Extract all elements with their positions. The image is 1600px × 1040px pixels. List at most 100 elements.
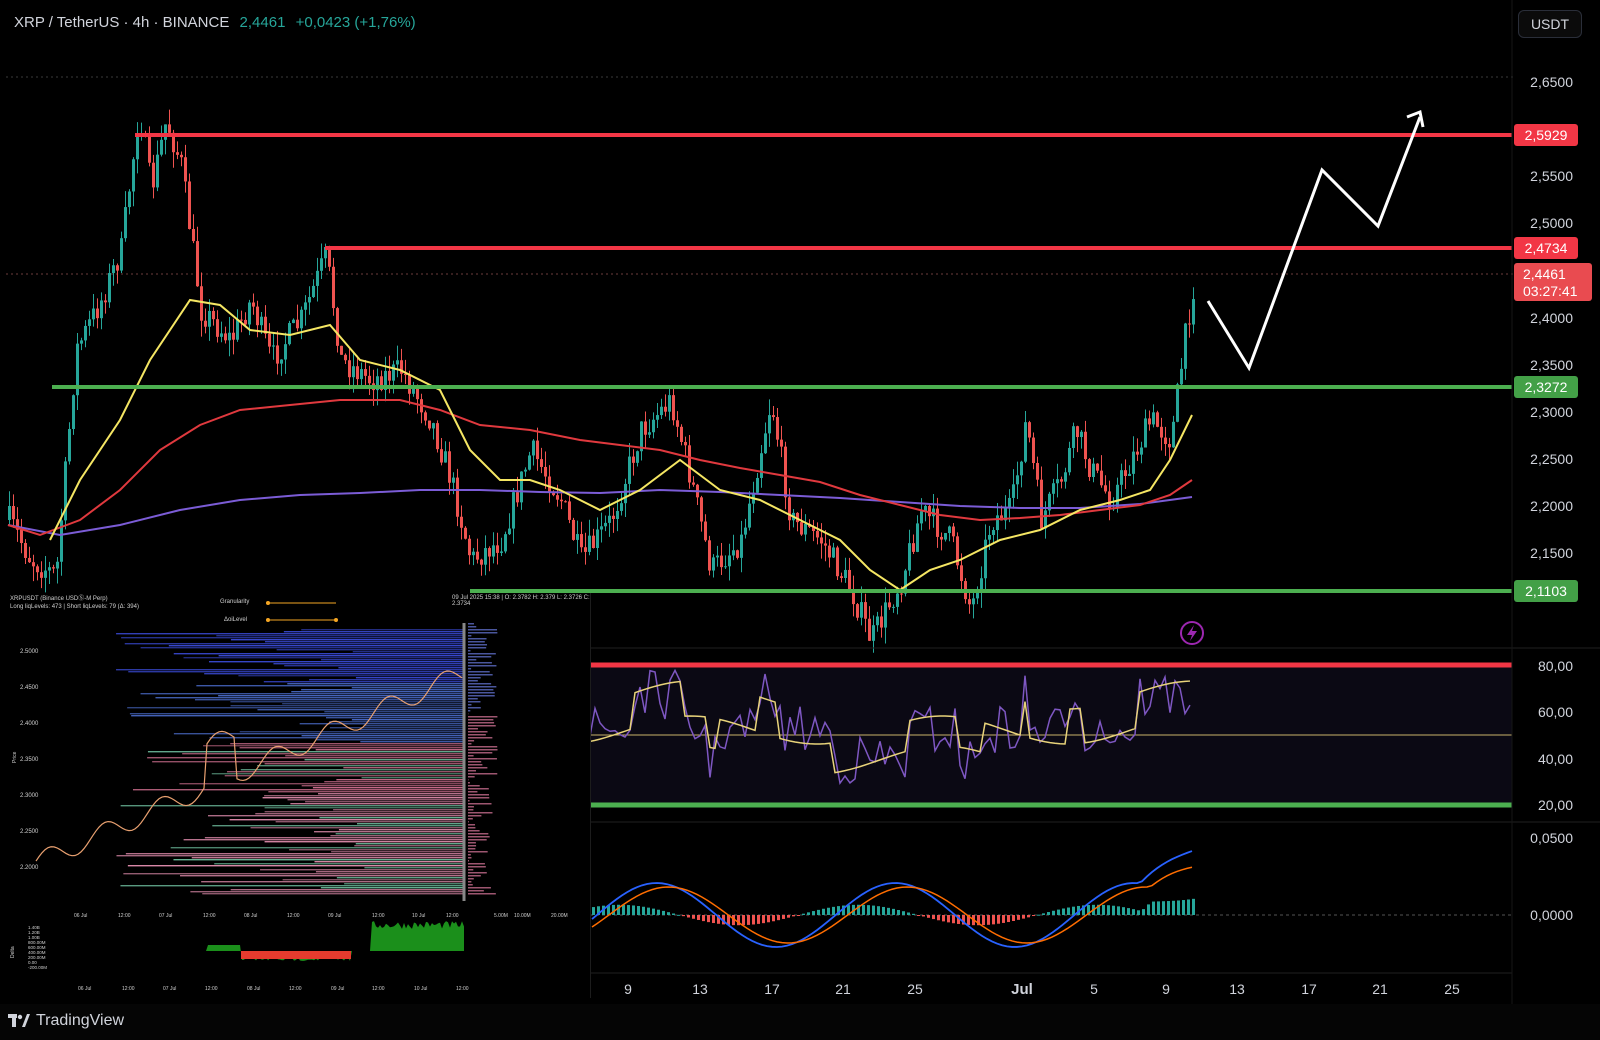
liq-delta-x-tick: 10 Jul <box>414 986 427 992</box>
liq-delta-x-tick: 12:00 <box>456 986 469 992</box>
liq-band <box>364 867 464 869</box>
time-tick: 5 <box>1090 981 1098 997</box>
liq-volume-bar <box>468 671 490 673</box>
liq-volume-profile <box>468 623 498 895</box>
candle-body <box>504 534 507 552</box>
liq-volume-bar <box>468 830 480 832</box>
candle-body <box>1168 444 1171 448</box>
candle-body <box>496 545 499 553</box>
current-price-label[interactable]: 2,4461 03:27:41 <box>1514 263 1592 301</box>
granularity-slider-handle[interactable] <box>266 601 270 605</box>
candle-body <box>624 483 627 504</box>
rsi-axis[interactable]: 80,00 60,00 40,00 20,00 <box>1538 658 1573 813</box>
candle-body <box>604 522 607 527</box>
candle-body <box>392 364 395 381</box>
macd-histogram-bar <box>1112 905 1115 915</box>
candle-body <box>1088 459 1091 477</box>
candle-body <box>952 526 955 537</box>
liq-band <box>284 665 464 667</box>
liq-band <box>260 869 464 871</box>
macd-axis[interactable]: 0,0500 0,0000 <box>1530 830 1573 923</box>
candle-body <box>636 451 639 463</box>
candle-body <box>764 433 767 454</box>
candle-body <box>1024 422 1027 462</box>
price-tick: 2,3500 <box>1530 357 1573 373</box>
candle-body <box>1060 479 1063 482</box>
candle-body <box>740 534 743 558</box>
liq-band <box>318 793 464 795</box>
candle-body <box>988 534 991 540</box>
level-label-2-5929[interactable]: 2,5929 <box>1514 124 1578 146</box>
candle-body <box>160 139 163 155</box>
macd-histogram-bar <box>1062 908 1065 915</box>
liquidation-heatmap-canvas: 2.5000 2.4500 2.4000 2.3500 2.3000 2.250… <box>10 601 568 992</box>
liq-band <box>355 677 464 679</box>
liq-band <box>190 891 464 893</box>
macd-histogram-bar <box>632 905 635 915</box>
liq-x-tick: 10 Jul <box>412 913 425 919</box>
delta-slider-handle-left[interactable] <box>266 618 270 622</box>
candle-body <box>256 306 259 326</box>
level-label-2-1103[interactable]: 2,1103 <box>1514 580 1578 602</box>
candle-body <box>700 497 703 522</box>
liq-volume-bar <box>468 626 477 628</box>
liq-volume-bar <box>468 701 481 703</box>
candle-body <box>212 310 215 320</box>
candle-body <box>1040 479 1043 529</box>
candle-body <box>1008 497 1011 508</box>
level-label-2-4734[interactable]: 2,4734 <box>1514 237 1578 259</box>
candle-body <box>896 593 899 607</box>
candle-body <box>40 572 43 578</box>
candle-body <box>452 477 455 483</box>
candle-body <box>128 191 131 208</box>
liq-band <box>120 805 465 807</box>
price-axis[interactable]: 2,6500 2,5500 2,5000 2,4000 2,3500 2,300… <box>1530 74 1573 561</box>
candle-body <box>108 273 111 303</box>
macd-histogram-bar <box>927 915 930 918</box>
candle-body <box>336 308 339 346</box>
liq-delta-x-tick: 06 Jul <box>78 986 91 992</box>
liq-band <box>240 769 464 771</box>
macd-histogram-bar <box>617 904 620 915</box>
candle-body <box>572 519 575 540</box>
level-label-2-3272[interactable]: 2,3272 <box>1514 376 1578 398</box>
liq-band <box>301 785 464 787</box>
candle-body <box>744 527 747 535</box>
candle-body <box>996 515 999 531</box>
candle-body <box>52 567 55 569</box>
lightning-icon[interactable] <box>1180 621 1204 645</box>
candle-body <box>1036 463 1039 480</box>
candle-body <box>620 503 623 511</box>
time-axis[interactable]: 9 13 17 21 25 Jul 5 9 13 17 21 25 <box>624 981 1460 998</box>
candle-body <box>80 340 83 344</box>
liq-volume-bar <box>468 698 478 700</box>
liq-x-tick: 09 Jul <box>328 913 341 919</box>
liq-volume-bar <box>468 650 471 652</box>
candle-body <box>1016 475 1019 485</box>
delta-slider-handle-right[interactable] <box>334 618 338 622</box>
candle-body <box>304 302 307 310</box>
liq-volume-bar <box>468 884 473 886</box>
candle-body <box>100 300 103 319</box>
liq-volume-bar <box>468 746 498 748</box>
macd-histogram-bar <box>662 910 665 915</box>
candle-body <box>948 526 951 534</box>
candle-body <box>672 395 675 421</box>
tradingview-logo[interactable]: TradingView <box>8 1012 124 1030</box>
liq-band <box>173 653 465 655</box>
liq-volume-bar <box>468 683 492 685</box>
liq-band <box>352 651 464 653</box>
candle-body <box>1172 421 1175 448</box>
candle-body <box>632 456 635 463</box>
liq-band <box>262 797 464 799</box>
candle-body <box>1028 422 1031 438</box>
macd-tick: 0,0000 <box>1530 907 1573 923</box>
candle-body <box>900 593 903 595</box>
liq-volume-bar <box>468 860 470 862</box>
projection-path[interactable] <box>1206 116 1422 372</box>
candle-body <box>652 419 655 433</box>
liq-volume-bar <box>468 842 476 844</box>
candle-body <box>168 124 171 133</box>
liq-delta-x-tick: 12:00 <box>205 986 218 992</box>
macd-histogram-bar <box>777 915 780 921</box>
